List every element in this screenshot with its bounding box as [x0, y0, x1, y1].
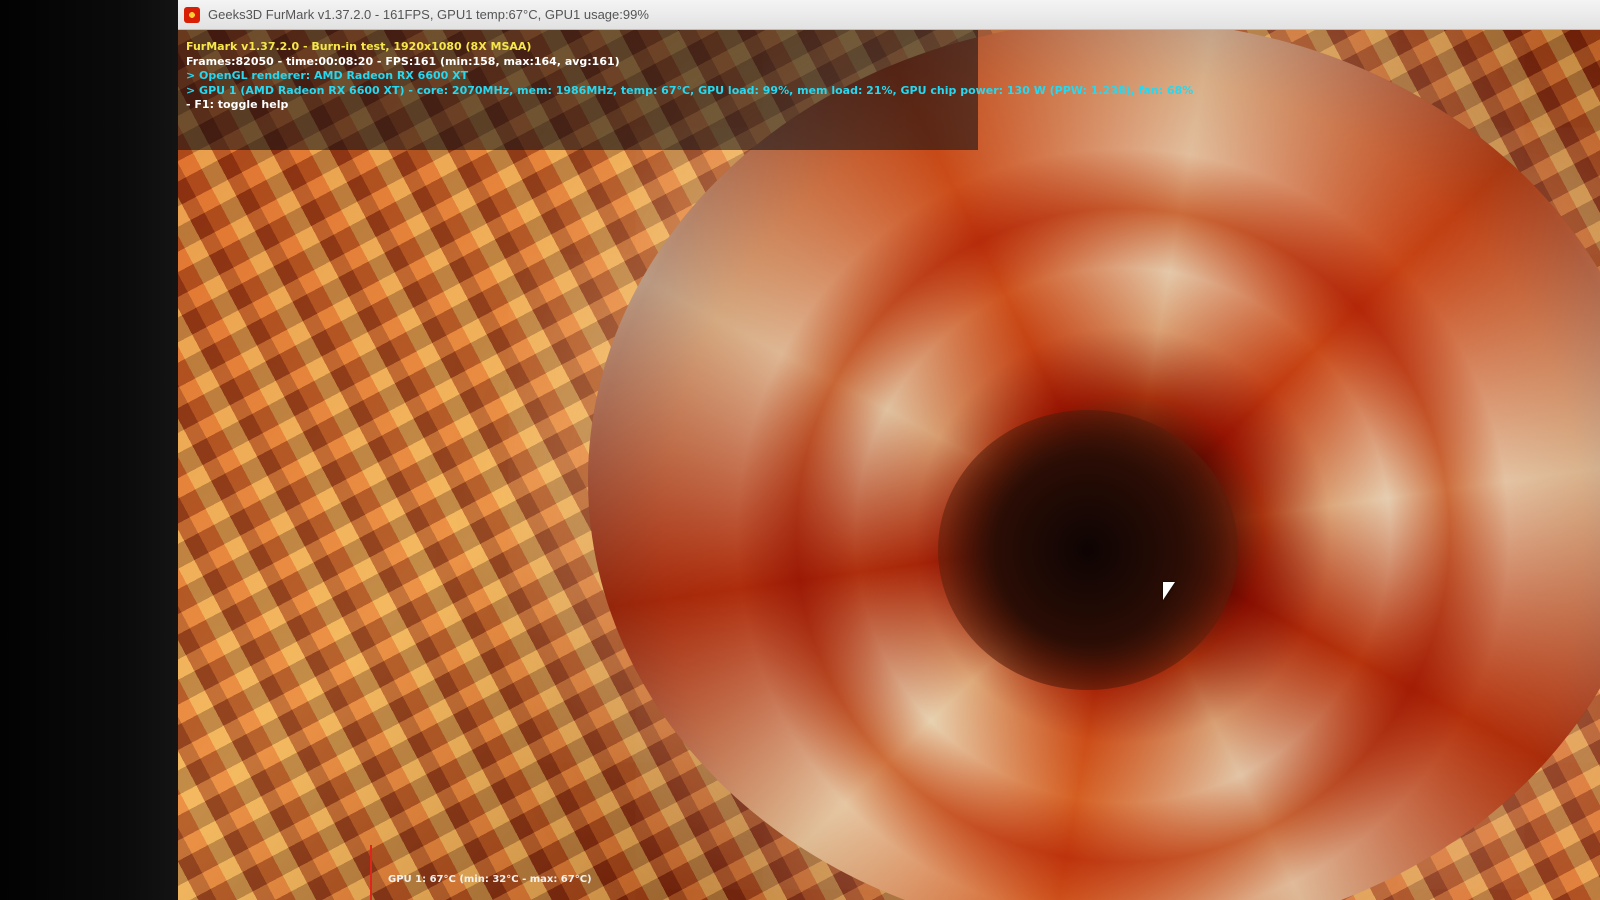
render-viewport[interactable] — [178, 30, 1600, 900]
temp-graph-marker — [370, 845, 372, 900]
furmark-window: Geeks3D FurMark v1.37.2.0 - 161FPS, GPU1… — [178, 0, 1600, 900]
osd-frames-line: Frames:82050 - time:00:08:20 - FPS:161 (… — [186, 54, 620, 68]
temp-graph-label: GPU 1: 67°C (min: 32°C - max: 67°C) — [388, 874, 592, 885]
furmark-app-icon[interactable] — [184, 6, 200, 23]
osd-overlay: FurMark v1.37.2.0 - Burn-in test, 1920x1… — [186, 40, 1193, 113]
osd-renderer-line: > OpenGL renderer: AMD Radeon RX 6600 XT — [186, 69, 469, 82]
monitor-bezel — [0, 0, 180, 900]
osd-title-line: FurMark v1.37.2.0 - Burn-in test, 1920x1… — [186, 40, 532, 53]
mouse-cursor-icon — [1163, 582, 1175, 600]
fur-donut-center — [938, 410, 1238, 690]
window-title: Geeks3D FurMark v1.37.2.0 - 161FPS, GPU1… — [208, 7, 649, 22]
title-bar[interactable]: Geeks3D FurMark v1.37.2.0 - 161FPS, GPU1… — [178, 0, 1600, 30]
osd-gpu-line: > GPU 1 (AMD Radeon RX 6600 XT) - core: … — [186, 83, 1194, 97]
osd-help-line: - F1: toggle help — [186, 98, 289, 111]
